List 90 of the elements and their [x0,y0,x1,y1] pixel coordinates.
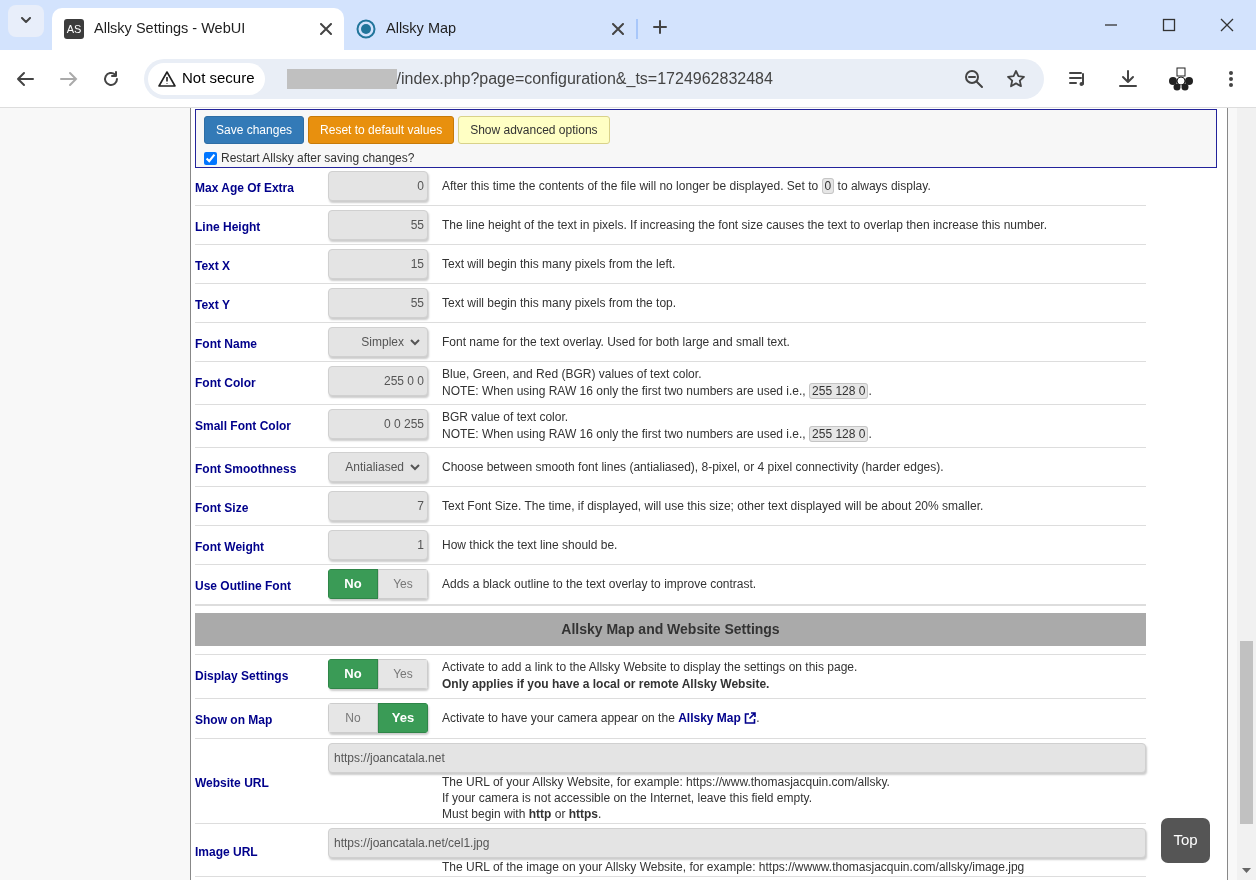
toggle-option[interactable]: Yes [378,659,428,689]
select-dropdown[interactable]: Simplex [328,327,428,357]
setting-label: Use Outline Font [195,578,292,595]
select-dropdown[interactable]: Antialiased [328,452,428,482]
setting-label: Small Font Color [195,418,292,435]
setting-label: Display Settings [195,668,290,685]
description-text: Text will begin this many pixels from the left. [442,255,676,273]
close-icon[interactable] [320,23,332,35]
description-text: Font name for the text overlay. Used for both large and small text. [442,333,790,351]
setting-label: Line Height [195,219,262,236]
chevron-down-icon [410,463,420,471]
number-field[interactable]: 15 [328,249,428,279]
save-button[interactable]: Save changes [204,116,305,144]
url-field[interactable]: https://joancatala.net [328,743,1146,773]
url-field[interactable]: https://joancatala.net/cel1.jpg [328,828,1146,858]
number-field[interactable]: 7 [328,491,428,521]
setting-label: Font Name [195,336,258,353]
number-field[interactable]: 55 [328,210,428,240]
chevron-down-icon [410,338,420,346]
setting-label: Font Smoothness [195,461,298,478]
top-button[interactable]: Top [1161,818,1210,863]
description-text: Text will begin this many pixels from the top. [442,294,677,312]
download-icon[interactable] [1118,68,1138,89]
description-text: Activate to add a link to the Allsky Website to display the settings on this page. [442,659,858,676]
toggle-option[interactable]: Yes [378,703,428,733]
code-value: 255 128 0 [809,383,869,399]
description-text: The URL of the image on your Allsky Website, for example: https://wwww.thomasjacquin.com/allsky/image.jpg [442,859,1026,875]
url-text: /index.php?page=configuration&_ts=1724962832484 [396,68,774,89]
browser-tab[interactable]: Allsky Map [344,8,636,50]
reload-icon[interactable] [102,69,120,88]
description-text: The URL of your Allsky Website, for example: https://www.thomasjacquin.com/allsky. [442,774,891,790]
extension-icon[interactable] [1168,66,1194,91]
description-text: Adds a black outline to the text overlay to improve contrast. [442,575,757,593]
map-link[interactable]: Allsky Map [678,710,757,725]
favicon: AS [64,19,84,39]
toggle-option[interactable]: Yes [378,569,428,599]
number-field[interactable]: 0 0 255 [328,409,428,439]
close-icon[interactable] [1220,18,1234,32]
description-text: BGR value of text color. [442,409,570,426]
star-icon[interactable] [1006,68,1026,89]
description-text: Choose between smooth font lines (antialiased), 8-pixel, or 4 pixel connectivity (harder edges). [442,458,944,476]
code-value: 0 [821,177,835,194]
warning-icon [158,70,176,87]
address-bar[interactable]: Not secure /index.php?page=configuration&_ts=1724962832484 [144,58,1044,99]
description-text: NOTE: When using RAW 16 only the first two numbers are used i.e., 255 128 0 . [442,426,872,443]
scroll-down-arrow-icon[interactable] [1242,868,1251,873]
number-field[interactable]: 255 0 0 [328,366,428,396]
description-text: Text Font Size. The time, if displayed, will use this size; other text displayed will be about 20% smaller. [442,497,984,515]
toggle-option[interactable]: No [328,659,378,689]
back-arrow-icon[interactable] [16,70,34,87]
description-text: NOTE: When using RAW 16 only the first two numbers are used i.e., 255 128 0 . [442,383,872,400]
browser-tab[interactable]: AS Allsky Settings - WebUI [52,8,344,50]
description-text: After this time the contents of the file will no longer be displayed. Set to 0 to always display. [442,177,931,195]
code-value: 255 128 0 [809,426,869,442]
setting-label: Text Y [195,297,231,314]
maximize-icon[interactable] [1162,18,1176,32]
restart-checkbox[interactable] [204,151,217,165]
circle-logo-icon [356,19,376,39]
scrollbar-thumb[interactable] [1240,641,1253,824]
setting-label: Font Color [195,375,257,392]
description-text: Activate to have your camera appear on the Allsky Map . [442,709,760,727]
setting-label: Image URL [195,843,259,861]
setting-label: Max Age Of Extra [195,180,295,197]
advanced-options-button[interactable]: Show advanced options [458,116,610,144]
description-text: If your camera is not accessible on the Internet, leave this field empty. [442,790,813,806]
setting-label: Show on Map [195,712,274,729]
setting-label: Text X [195,258,232,275]
toggle-option[interactable]: No [328,569,378,599]
zoom-out-icon[interactable] [964,68,984,89]
setting-label: Font Size [195,500,250,517]
external-link-icon [744,712,757,725]
setting-label: Website URL [195,774,270,792]
chevron-down-icon [20,16,32,25]
close-icon[interactable] [612,23,624,35]
restart-label: Restart Allsky after saving changes? [221,150,415,167]
number-field[interactable]: 55 [328,288,428,318]
setting-label: Font Weight [195,539,266,556]
plus-icon [653,20,667,34]
more-menu-icon[interactable] [1228,69,1234,88]
description-text: Blue, Green, and Red (BGR) values of text color. [442,366,703,383]
description-text: Must begin with http or https. [442,806,603,822]
description-text: The line height of the text in pixels. If increasing the font size causes the text to overlap then increase this number. [442,216,1047,234]
security-chip[interactable]: Not secure [148,62,265,95]
description-text: Only applies if you have a local or remote Allsky Website. [442,676,771,693]
toggle-option[interactable]: No [328,703,378,733]
tab-search-button[interactable] [8,4,44,37]
section-header: Allsky Map and Website Settings [195,613,1146,646]
number-field[interactable]: 0 [328,171,428,201]
description-text: How thick the text line should be. [442,536,618,554]
number-field[interactable]: 1 [328,530,428,560]
